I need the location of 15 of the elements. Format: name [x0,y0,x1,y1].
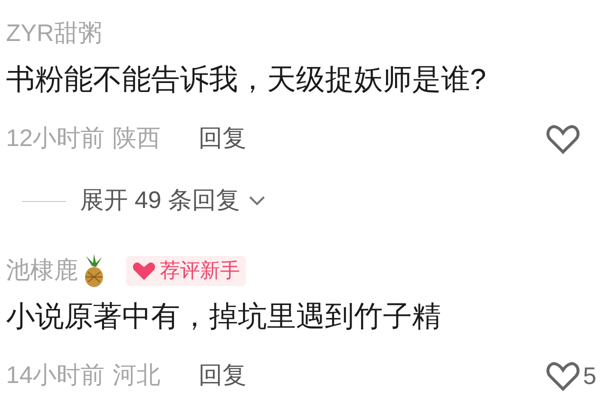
location: 陕西 [112,127,161,151]
badge: 荐评新手 [126,256,246,286]
chevron-down-icon[interactable] [248,195,266,207]
location: 河北 [112,364,161,388]
comment-text: 书粉能不能告诉我，天级捉妖师是谁? [6,66,488,95]
expand-replies-button[interactable]: 展开 49 条回复 [80,189,240,213]
reply-button[interactable]: 回复 [198,364,247,388]
heart-icon [132,261,156,281]
timestamp: 14小时前 [6,364,105,388]
like-icon[interactable] [546,125,580,155]
like-icon[interactable] [546,362,580,392]
comment-text: 小说原著中有，掉坑里遇到竹子精 [6,303,442,332]
like-count: 5 [583,365,596,389]
reply-button[interactable]: 回复 [198,127,247,151]
timestamp: 12小时前 [6,127,105,151]
